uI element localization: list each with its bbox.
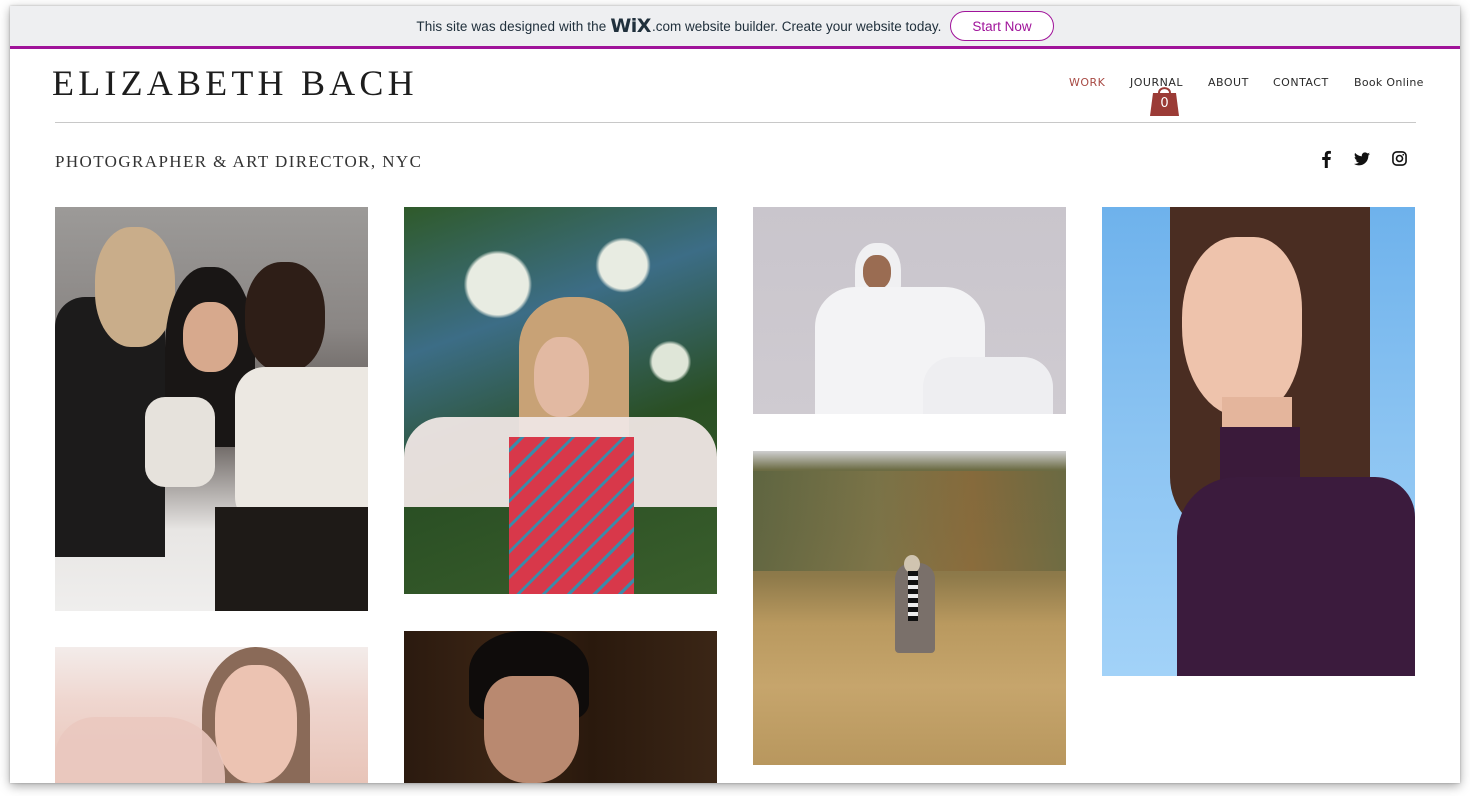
photo-figure (908, 571, 918, 621)
photo-figure (484, 676, 579, 783)
photo-figure (245, 262, 325, 372)
gallery-item-grass-field[interactable] (753, 451, 1066, 765)
nav-item-book-online[interactable]: Book Online (1354, 76, 1424, 89)
wix-promo-banner: This site was designed with the WiX .com … (10, 6, 1460, 49)
photo-figure (145, 397, 215, 487)
header-divider (55, 122, 1416, 123)
photo-figure (1182, 237, 1302, 417)
browser-window: This site was designed with the WiX .com … (10, 6, 1460, 783)
gallery-item-purple-turtleneck[interactable] (1102, 207, 1415, 676)
nav-item-work[interactable]: WORK (1069, 76, 1105, 89)
photo-figure (1177, 477, 1415, 676)
gallery-item-blossom-portrait[interactable] (404, 207, 717, 594)
photo-figure (534, 337, 589, 417)
nav-item-contact[interactable]: CONTACT (1273, 76, 1329, 89)
start-now-button[interactable]: Start Now (950, 11, 1054, 41)
twitter-link[interactable] (1354, 152, 1370, 166)
wix-logo: WiX (610, 15, 651, 37)
photo-figure (509, 437, 634, 594)
instagram-link[interactable] (1392, 151, 1407, 166)
banner-text-before: This site was designed with the (416, 18, 607, 34)
facebook-link[interactable] (1319, 150, 1333, 168)
cart-count: 0 (1160, 96, 1169, 111)
gallery-item-group-portrait[interactable] (55, 207, 368, 611)
photo-figure (183, 302, 238, 372)
gallery-item-pink-feathers[interactable] (55, 647, 368, 783)
photo-figure (215, 507, 368, 611)
photo-figure (235, 367, 368, 527)
gallery-item-man-portrait[interactable] (404, 631, 717, 783)
nav-item-about[interactable]: ABOUT (1208, 76, 1249, 89)
photo-figure (863, 255, 891, 289)
photo-figure (923, 357, 1053, 414)
main-nav: WORK JOURNAL ABOUT CONTACT Book Online (10, 76, 1460, 96)
tagline: PHOTOGRAPHER & ART DIRECTOR, NYC (55, 152, 423, 171)
instagram-icon (1392, 151, 1407, 166)
gallery-item-white-hijab[interactable] (753, 207, 1066, 414)
photo-figure (95, 227, 175, 347)
photo-figure (215, 665, 297, 783)
banner-text-after: .com website builder. Create your websit… (651, 18, 942, 34)
facebook-icon (1322, 150, 1331, 168)
cart-button[interactable]: 0 (1150, 84, 1179, 116)
twitter-icon (1354, 152, 1370, 166)
photo-figure (55, 717, 225, 783)
